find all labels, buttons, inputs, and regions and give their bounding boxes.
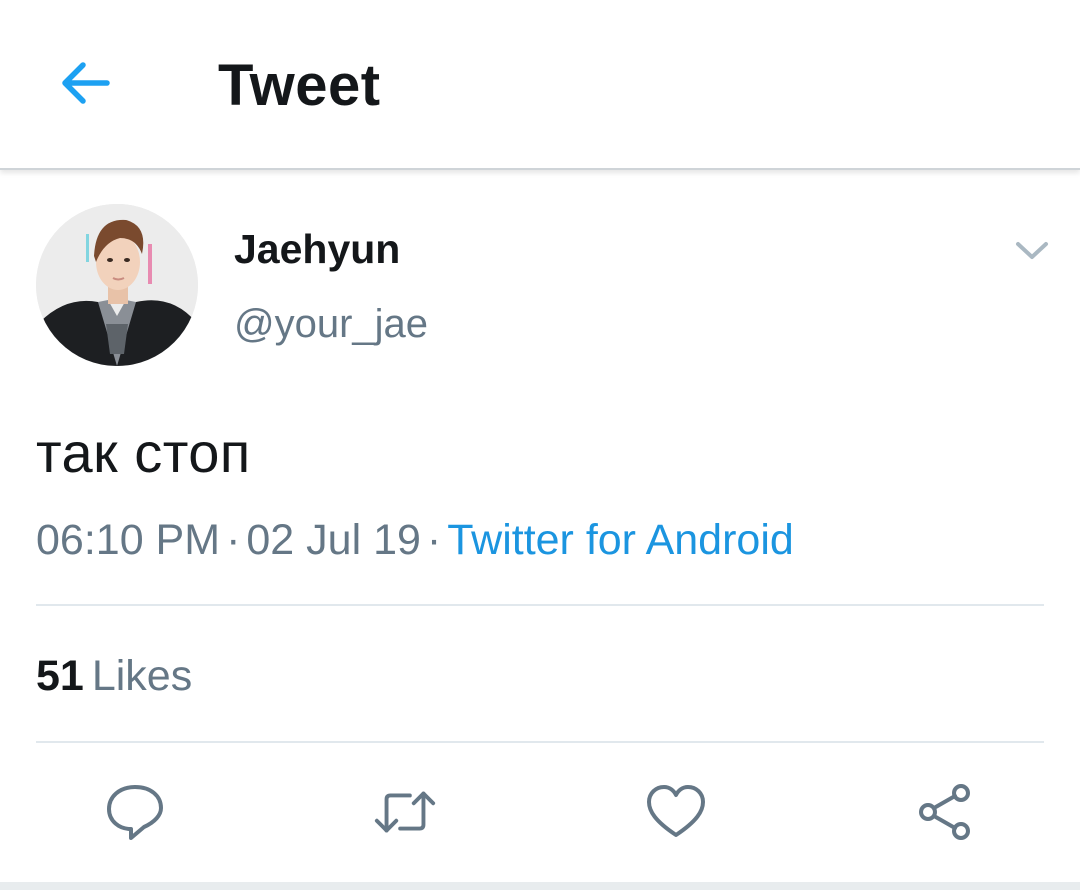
share-icon xyxy=(919,784,970,840)
retweet-button[interactable] xyxy=(371,778,439,846)
tweet-date: 02 Jul 19 xyxy=(246,516,421,564)
reply-icon xyxy=(107,785,163,840)
meta-separator: · xyxy=(426,516,442,564)
heart-icon xyxy=(647,785,705,837)
author-name[interactable]: Jaehyun xyxy=(234,226,400,273)
bottom-divider xyxy=(0,882,1080,890)
author-handle[interactable]: @your_jae xyxy=(234,302,428,347)
chevron-down-icon xyxy=(1016,242,1048,259)
likes-count: 51 xyxy=(36,652,84,700)
tweet-text: так стоп xyxy=(36,421,251,484)
page-title: Tweet xyxy=(218,53,381,118)
avatar-image xyxy=(36,204,198,366)
divider xyxy=(36,604,1044,606)
reply-button[interactable] xyxy=(101,778,169,846)
meta-separator: · xyxy=(226,516,241,564)
tweet-menu-button[interactable] xyxy=(1008,226,1056,274)
share-button[interactable] xyxy=(911,778,979,846)
top-app-bar: Tweet xyxy=(0,0,1080,170)
avatar[interactable] xyxy=(36,204,198,366)
like-button[interactable] xyxy=(642,778,710,846)
arrow-left-icon xyxy=(62,62,110,104)
tweet-source-link[interactable]: Twitter for Android xyxy=(447,516,794,564)
likes-stat[interactable]: 51 Likes xyxy=(36,652,192,701)
divider xyxy=(36,741,1044,743)
tweet-time: 06:10 PM xyxy=(36,516,221,564)
likes-label: Likes xyxy=(91,652,193,700)
retweet-icon xyxy=(374,791,436,833)
back-button[interactable] xyxy=(46,50,122,116)
tweet-meta: 06:10 PM · 02 Jul 19 · Twitter for Android xyxy=(36,516,794,565)
